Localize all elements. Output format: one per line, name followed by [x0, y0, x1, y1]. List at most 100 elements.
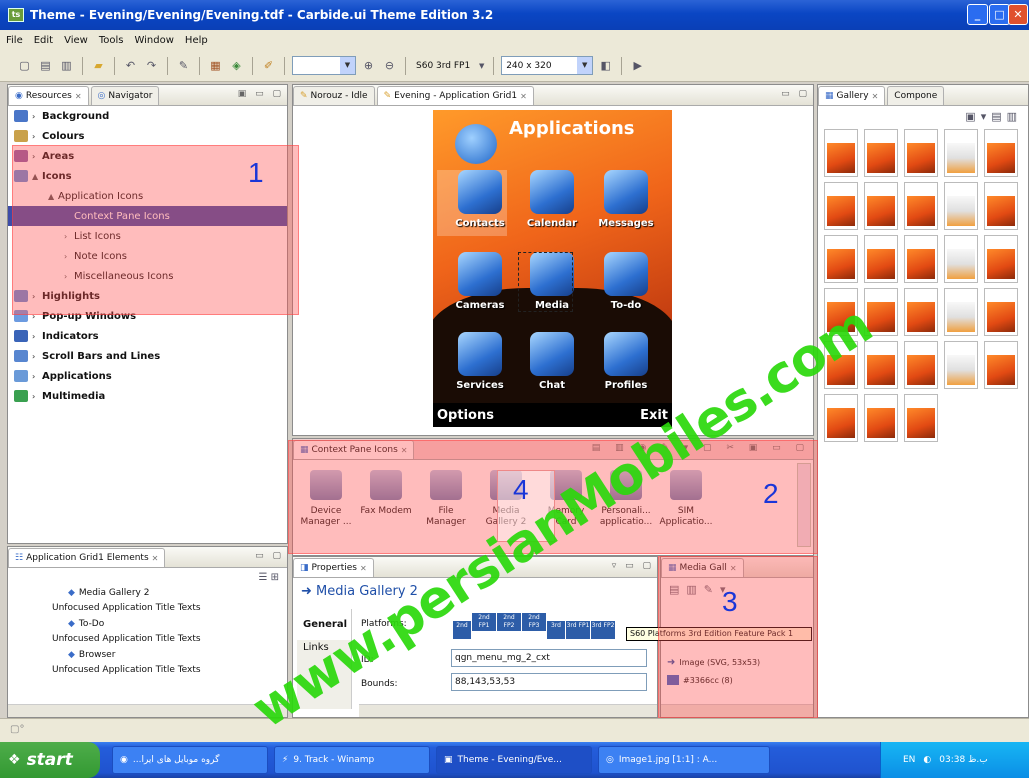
- platform-badge[interactable]: 3rd FP2: [591, 621, 615, 639]
- tray-icon[interactable]: ◐: [923, 755, 931, 765]
- theme-thumbnail[interactable]: [904, 394, 938, 442]
- horizontal-scrollbar[interactable]: [8, 704, 287, 717]
- softkey-left[interactable]: Options: [437, 408, 494, 423]
- element-item[interactable]: ◆ Media Gallery 2: [12, 585, 287, 601]
- clock[interactable]: 03:38 ب.ظ: [939, 755, 987, 765]
- menu-view[interactable]: View: [64, 35, 88, 46]
- menu-tools[interactable]: Tools: [99, 35, 124, 46]
- platform-badge[interactable]: 2nd: [453, 621, 471, 639]
- theme-thumbnail[interactable]: [864, 235, 898, 283]
- expand-icon[interactable]: ›: [32, 132, 42, 141]
- close-button[interactable]: ✕: [1008, 4, 1028, 25]
- theme-thumbnail[interactable]: [984, 341, 1018, 389]
- language-indicator[interactable]: EN: [903, 755, 915, 765]
- view-menu-icon[interactable]: ▭ ▢: [255, 551, 284, 561]
- expand-icon[interactable]: ›: [32, 112, 42, 121]
- menu-help[interactable]: Help: [185, 35, 208, 46]
- tool-icon[interactable]: ✎: [175, 57, 192, 74]
- element-item[interactable]: Unfocused Application Title Texts: [12, 663, 287, 679]
- view-menu-icon[interactable]: ▿ ▭ ▢: [612, 561, 654, 571]
- view-menu-icon[interactable]: ▣ ▭ ▢: [238, 89, 284, 99]
- expand-icon[interactable]: ›: [32, 332, 42, 341]
- brush-icon[interactable]: ✐: [260, 57, 277, 74]
- tree-item[interactable]: › Indicators: [8, 326, 287, 346]
- tab-navigator[interactable]: ◎ Navigator: [90, 86, 160, 105]
- theme-thumbnail[interactable]: [944, 288, 978, 336]
- theme-thumbnail[interactable]: [904, 182, 938, 230]
- undo-icon[interactable]: ↶: [122, 57, 139, 74]
- grid-icon[interactable]: ▦: [207, 57, 224, 74]
- properties-scrollbar[interactable]: [359, 704, 657, 717]
- open-folder-icon[interactable]: ▰: [90, 57, 107, 74]
- theme-thumbnail[interactable]: [984, 129, 1018, 177]
- new-icon[interactable]: ▢: [16, 57, 33, 74]
- close-icon[interactable]: ✕: [872, 92, 879, 101]
- tree-item[interactable]: › Scroll Bars and Lines: [8, 346, 287, 366]
- minimize-button[interactable]: _: [967, 4, 988, 25]
- tab-elements[interactable]: ☷ Application Grid1 Elements ✕: [8, 548, 166, 567]
- theme-thumbnail[interactable]: [864, 129, 898, 177]
- theme-thumbnail[interactable]: [944, 341, 978, 389]
- menu-edit[interactable]: Edit: [34, 35, 53, 46]
- theme-thumbnail[interactable]: [864, 394, 898, 442]
- menu-file[interactable]: File: [6, 35, 23, 46]
- close-icon[interactable]: ✕: [360, 564, 367, 573]
- expand-icon[interactable]: ›: [32, 372, 42, 381]
- zoom-in-icon[interactable]: ⊕: [360, 57, 377, 74]
- app-grid-item[interactable]: Calendar: [519, 170, 585, 229]
- platform-selector[interactable]: S60 3rd FP1: [413, 61, 473, 71]
- view-menu-icon[interactable]: ▭ ▢: [781, 89, 810, 99]
- tab-gallery[interactable]: ▦ Gallery ✕: [818, 86, 886, 105]
- theme-thumbnail[interactable]: [904, 235, 938, 283]
- expand-icon[interactable]: ›: [32, 352, 42, 361]
- theme-thumbnail[interactable]: [864, 182, 898, 230]
- taskbar-item-theme[interactable]: ▣ Theme - Evening/Eve...: [436, 746, 592, 774]
- platform-badge[interactable]: 2nd FP2: [497, 613, 521, 631]
- taskbar-item-winamp[interactable]: ⚡ 9. Track - Winamp: [274, 746, 430, 774]
- app-grid-item[interactable]: To-do: [593, 252, 659, 311]
- platform-badge[interactable]: 3rd FP1: [566, 621, 590, 639]
- element-item[interactable]: Unfocused Application Title Texts: [12, 632, 287, 648]
- bounds-field[interactable]: 88,143,53,53: [451, 673, 647, 691]
- chevron-down-icon[interactable]: ▼: [477, 57, 486, 74]
- theme-thumbnail[interactable]: [824, 235, 858, 283]
- close-icon[interactable]: ✕: [152, 554, 159, 563]
- id-field[interactable]: qgn_menu_mg_2_cxt: [451, 649, 647, 667]
- tab-resources[interactable]: ◉ Resources ✕: [8, 86, 89, 105]
- app-grid-item[interactable]: Chat: [519, 332, 585, 391]
- theme-thumbnail[interactable]: [904, 129, 938, 177]
- import-icon[interactable]: ◈: [228, 57, 245, 74]
- theme-thumbnail[interactable]: [984, 288, 1018, 336]
- close-icon[interactable]: ✕: [520, 92, 527, 101]
- start-button[interactable]: ❖ start: [0, 742, 100, 778]
- theme-thumbnail[interactable]: [904, 288, 938, 336]
- redo-icon[interactable]: ↷: [143, 57, 160, 74]
- theme-thumbnail[interactable]: [824, 129, 858, 177]
- zoom-combo[interactable]: ▼: [292, 56, 356, 75]
- tab-evening-grid[interactable]: ✎ Evening - Application Grid1 ✕: [376, 86, 534, 105]
- gallery-toolbar[interactable]: ▣▾▤▥: [818, 106, 1028, 127]
- app-grid-item[interactable]: Services: [447, 332, 513, 391]
- app-grid-item[interactable]: Contacts: [447, 170, 513, 229]
- theme-thumbnail[interactable]: [944, 129, 978, 177]
- app-grid-item[interactable]: Cameras: [447, 252, 513, 311]
- expand-icon[interactable]: ›: [32, 392, 42, 401]
- theme-thumbnail[interactable]: [944, 182, 978, 230]
- zoom-out-icon[interactable]: ⊖: [381, 57, 398, 74]
- tab-properties[interactable]: ◨ Properties ✕: [293, 558, 374, 577]
- theme-thumbnail[interactable]: [904, 341, 938, 389]
- app-grid-item[interactable]: Profiles: [593, 332, 659, 391]
- phone-preview[interactable]: Applications Contacts Calendar Messages Cam…: [433, 110, 672, 427]
- theme-thumbnail[interactable]: [984, 235, 1018, 283]
- platform-badge[interactable]: 3rd: [547, 621, 565, 639]
- maximize-button[interactable]: □: [989, 4, 1010, 25]
- tab-components[interactable]: Compone: [887, 86, 945, 105]
- app-grid-item[interactable]: Messages: [593, 170, 659, 229]
- element-item[interactable]: ◆ To-Do: [12, 616, 287, 632]
- print-icon[interactable]: ▥: [58, 57, 75, 74]
- tab-norouz-idle[interactable]: ✎ Norouz - Idle: [293, 86, 375, 105]
- layout-icon[interactable]: ◧: [597, 57, 614, 74]
- theme-thumbnail[interactable]: [824, 182, 858, 230]
- menu-window[interactable]: Window: [134, 35, 173, 46]
- save-icon[interactable]: ▤: [37, 57, 54, 74]
